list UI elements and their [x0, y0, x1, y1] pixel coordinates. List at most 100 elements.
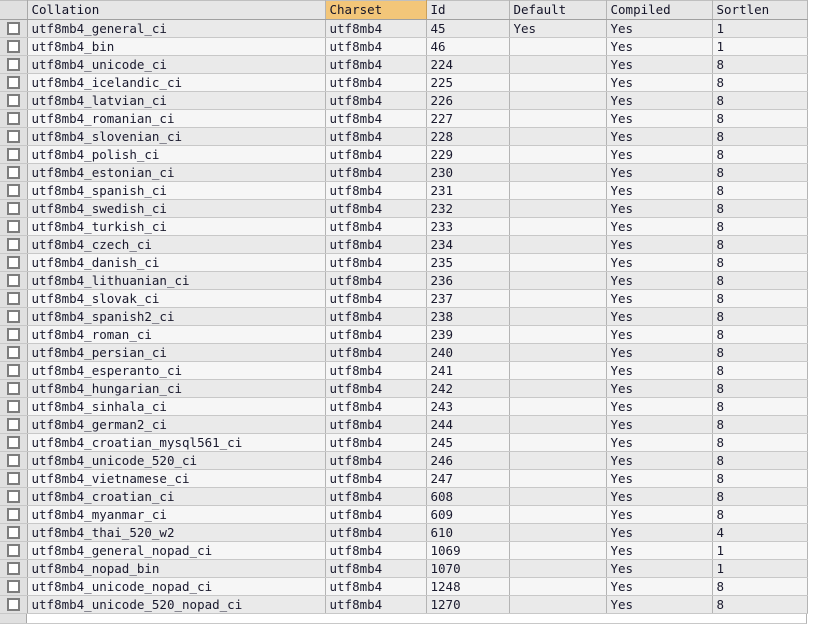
cell-sortlen[interactable]: 4 [712, 524, 807, 542]
cell-collation[interactable]: utf8mb4_myanmar_ci [27, 506, 325, 524]
table-row[interactable]: utf8mb4_romanian_ciutf8mb4227Yes8 [0, 110, 807, 128]
cell-sortlen[interactable]: 8 [712, 146, 807, 164]
cell-default[interactable]: Yes [509, 20, 606, 38]
checkbox-unchecked-icon[interactable] [7, 328, 20, 341]
cell-default[interactable] [509, 128, 606, 146]
cell-id[interactable]: 1069 [426, 542, 509, 560]
checkbox-unchecked-icon[interactable] [7, 472, 20, 485]
cell-sortlen[interactable]: 8 [712, 380, 807, 398]
checkbox-unchecked-icon[interactable] [7, 598, 20, 611]
cell-collation[interactable]: utf8mb4_unicode_ci [27, 56, 325, 74]
cell-default[interactable] [509, 290, 606, 308]
row-select-cell[interactable] [0, 398, 27, 416]
row-select-cell[interactable] [0, 290, 27, 308]
select-all-header[interactable] [0, 1, 27, 20]
column-header-charset[interactable]: Charset [325, 1, 426, 20]
cell-compiled[interactable]: Yes [606, 164, 712, 182]
cell-default[interactable] [509, 146, 606, 164]
cell-sortlen[interactable]: 8 [712, 434, 807, 452]
cell-default[interactable] [509, 470, 606, 488]
cell-compiled[interactable]: Yes [606, 542, 712, 560]
cell-compiled[interactable]: Yes [606, 488, 712, 506]
table-row[interactable]: utf8mb4_danish_ciutf8mb4235Yes8 [0, 254, 807, 272]
table-row[interactable]: utf8mb4_slovenian_ciutf8mb4228Yes8 [0, 128, 807, 146]
table-row[interactable]: utf8mb4_polish_ciutf8mb4229Yes8 [0, 146, 807, 164]
cell-id[interactable]: 233 [426, 218, 509, 236]
checkbox-unchecked-icon[interactable] [7, 310, 20, 323]
cell-collation[interactable]: utf8mb4_roman_ci [27, 326, 325, 344]
cell-sortlen[interactable]: 8 [712, 236, 807, 254]
cell-default[interactable] [509, 344, 606, 362]
cell-compiled[interactable]: Yes [606, 326, 712, 344]
checkbox-unchecked-icon[interactable] [7, 94, 20, 107]
cell-collation[interactable]: utf8mb4_persian_ci [27, 344, 325, 362]
cell-collation[interactable]: utf8mb4_czech_ci [27, 236, 325, 254]
cell-charset[interactable]: utf8mb4 [325, 506, 426, 524]
row-select-cell[interactable] [0, 200, 27, 218]
cell-charset[interactable]: utf8mb4 [325, 452, 426, 470]
cell-charset[interactable]: utf8mb4 [325, 344, 426, 362]
cell-id[interactable]: 228 [426, 128, 509, 146]
cell-sortlen[interactable]: 8 [712, 272, 807, 290]
cell-default[interactable] [509, 326, 606, 344]
cell-id[interactable]: 1270 [426, 596, 509, 614]
checkbox-unchecked-icon[interactable] [7, 238, 20, 251]
cell-compiled[interactable]: Yes [606, 74, 712, 92]
checkbox-unchecked-icon[interactable] [7, 562, 20, 575]
cell-collation[interactable]: utf8mb4_general_nopad_ci [27, 542, 325, 560]
row-select-cell[interactable] [0, 308, 27, 326]
cell-compiled[interactable]: Yes [606, 362, 712, 380]
cell-compiled[interactable]: Yes [606, 578, 712, 596]
row-select-cell[interactable] [0, 506, 27, 524]
checkbox-unchecked-icon[interactable] [7, 292, 20, 305]
checkbox-unchecked-icon[interactable] [7, 148, 20, 161]
cell-id[interactable]: 46 [426, 38, 509, 56]
cell-compiled[interactable]: Yes [606, 416, 712, 434]
cell-charset[interactable]: utf8mb4 [325, 488, 426, 506]
cell-id[interactable]: 1248 [426, 578, 509, 596]
row-select-cell[interactable] [0, 56, 27, 74]
cell-default[interactable] [509, 92, 606, 110]
cell-collation[interactable]: utf8mb4_icelandic_ci [27, 74, 325, 92]
cell-sortlen[interactable]: 8 [712, 290, 807, 308]
cell-sortlen[interactable]: 8 [712, 182, 807, 200]
cell-charset[interactable]: utf8mb4 [325, 560, 426, 578]
cell-sortlen[interactable]: 8 [712, 74, 807, 92]
cell-compiled[interactable]: Yes [606, 470, 712, 488]
cell-charset[interactable]: utf8mb4 [325, 272, 426, 290]
table-row[interactable]: utf8mb4_unicode_520_ciutf8mb4246Yes8 [0, 452, 807, 470]
cell-charset[interactable]: utf8mb4 [325, 542, 426, 560]
table-row[interactable]: utf8mb4_general_nopad_ciutf8mb41069Yes1 [0, 542, 807, 560]
checkbox-unchecked-icon[interactable] [7, 256, 20, 269]
checkbox-unchecked-icon[interactable] [7, 508, 20, 521]
column-header-compiled[interactable]: Compiled [606, 1, 712, 20]
cell-compiled[interactable]: Yes [606, 56, 712, 74]
cell-default[interactable] [509, 182, 606, 200]
cell-sortlen[interactable]: 8 [712, 416, 807, 434]
cell-collation[interactable]: utf8mb4_unicode_520_nopad_ci [27, 596, 325, 614]
cell-charset[interactable]: utf8mb4 [325, 56, 426, 74]
cell-collation[interactable]: utf8mb4_danish_ci [27, 254, 325, 272]
cell-id[interactable]: 225 [426, 74, 509, 92]
column-header-sortlen[interactable]: Sortlen [712, 1, 807, 20]
cell-compiled[interactable]: Yes [606, 236, 712, 254]
cell-collation[interactable]: utf8mb4_vietnamese_ci [27, 470, 325, 488]
cell-charset[interactable]: utf8mb4 [325, 596, 426, 614]
cell-id[interactable]: 608 [426, 488, 509, 506]
cell-collation[interactable]: utf8mb4_polish_ci [27, 146, 325, 164]
cell-charset[interactable]: utf8mb4 [325, 218, 426, 236]
table-row[interactable]: utf8mb4_latvian_ciutf8mb4226Yes8 [0, 92, 807, 110]
checkbox-unchecked-icon[interactable] [7, 490, 20, 503]
cell-charset[interactable]: utf8mb4 [325, 110, 426, 128]
row-select-cell[interactable] [0, 560, 27, 578]
checkbox-unchecked-icon[interactable] [7, 112, 20, 125]
cell-collation[interactable]: utf8mb4_unicode_nopad_ci [27, 578, 325, 596]
table-row[interactable]: utf8mb4_unicode_ciutf8mb4224Yes8 [0, 56, 807, 74]
cell-sortlen[interactable]: 8 [712, 596, 807, 614]
cell-collation[interactable]: utf8mb4_general_ci [27, 20, 325, 38]
table-row[interactable]: utf8mb4_estonian_ciutf8mb4230Yes8 [0, 164, 807, 182]
cell-default[interactable] [509, 164, 606, 182]
cell-charset[interactable]: utf8mb4 [325, 254, 426, 272]
checkbox-unchecked-icon[interactable] [7, 436, 20, 449]
column-header-default[interactable]: Default [509, 1, 606, 20]
